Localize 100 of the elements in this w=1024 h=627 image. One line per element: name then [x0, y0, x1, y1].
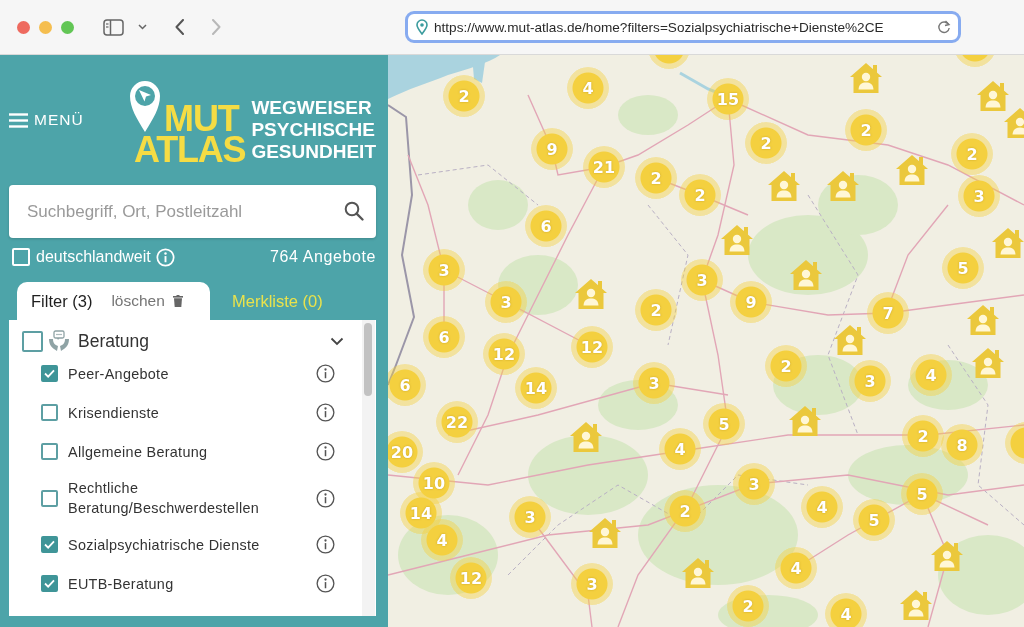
house-person-icon[interactable]: [895, 154, 929, 186]
checkbox[interactable]: [41, 536, 58, 553]
info-icon[interactable]: [316, 442, 335, 461]
cluster-marker[interactable]: 4: [567, 67, 609, 109]
cluster-marker[interactable]: 3: [958, 175, 1000, 217]
cluster-marker[interactable]: 14: [400, 492, 442, 534]
window-zoom-icon[interactable]: [61, 20, 74, 34]
checkbox[interactable]: [41, 575, 58, 592]
filter-option-label[interactable]: Rechtliche Beratung/Beschwerdestellen: [68, 478, 283, 518]
cluster-marker[interactable]: 2: [765, 345, 807, 387]
checkbox[interactable]: [41, 365, 58, 382]
house-person-icon[interactable]: [788, 405, 822, 437]
cluster-marker[interactable]: 12: [450, 557, 492, 599]
cluster-marker[interactable]: 8: [941, 424, 983, 466]
house-person-icon[interactable]: [899, 589, 933, 621]
house-person-icon[interactable]: [588, 517, 622, 549]
tab[interactable]: Filter (3) löschen: [17, 282, 210, 320]
cluster-marker[interactable]: 2: [727, 585, 769, 627]
house-person-icon[interactable]: [789, 259, 823, 291]
cluster-marker[interactable]: 3: [509, 496, 551, 538]
menu-button[interactable]: MENÜ: [9, 111, 84, 129]
scrollbar[interactable]: [362, 320, 375, 616]
cluster-marker[interactable]: 2: [635, 289, 677, 331]
cluster-marker[interactable]: 4: [421, 519, 463, 561]
house-person-icon[interactable]: [833, 324, 867, 356]
house-person-icon[interactable]: [720, 224, 754, 256]
chevron-down-icon[interactable]: [330, 336, 344, 346]
cluster-marker[interactable]: 2: [679, 174, 721, 216]
cluster-marker[interactable]: 12: [571, 326, 613, 368]
chevron-down-icon[interactable]: [138, 24, 147, 30]
cluster-marker[interactable]: 2: [845, 109, 887, 151]
cluster-marker[interactable]: 4: [775, 547, 817, 589]
cluster-marker[interactable]: 4: [825, 593, 867, 627]
filter-option-label[interactable]: Sozialpsychiatrische Dienste: [68, 534, 283, 555]
checkbox[interactable]: [22, 330, 43, 352]
clear-button[interactable]: löschen: [111, 292, 183, 310]
scrollbar-thumb[interactable]: [364, 323, 372, 396]
cluster-marker[interactable]: 20: [388, 431, 423, 473]
cluster-marker[interactable]: 6: [388, 364, 426, 406]
cluster-marker[interactable]: 9: [730, 281, 772, 323]
cluster-marker[interactable]: 2: [902, 415, 944, 457]
tab[interactable]: Merkliste (0): [218, 282, 337, 320]
cluster-marker[interactable]: 5: [942, 247, 984, 289]
house-person-icon[interactable]: [976, 80, 1010, 112]
category-label[interactable]: Beratung: [78, 330, 150, 352]
house-person-icon[interactable]: [971, 347, 1005, 379]
cluster-marker[interactable]: 5: [703, 403, 745, 445]
cluster-marker[interactable]: 3: [423, 249, 465, 291]
cluster-marker[interactable]: 9: [531, 128, 573, 170]
cluster-marker[interactable]: 15: [707, 78, 749, 120]
cluster-marker[interactable]: 6: [525, 205, 567, 247]
cluster-marker[interactable]: 14: [515, 367, 557, 409]
house-person-icon[interactable]: [574, 278, 608, 310]
filter-option-label[interactable]: Peer-Angebote: [68, 363, 283, 384]
info-icon[interactable]: [316, 574, 335, 593]
info-icon[interactable]: [316, 364, 335, 383]
filter-option-label[interactable]: Allgemeine Beratung: [68, 441, 283, 462]
cluster-marker[interactable]: 21: [583, 146, 625, 188]
cluster-marker[interactable]: 4: [801, 486, 843, 528]
window-close-icon[interactable]: [17, 20, 30, 34]
cluster-marker[interactable]: 3: [681, 259, 723, 301]
sidebar-toggle-icon[interactable]: [103, 18, 124, 36]
cluster-marker[interactable]: 2: [951, 133, 993, 175]
cluster-marker[interactable]: 3: [485, 281, 527, 323]
house-person-icon[interactable]: [930, 540, 964, 572]
house-person-icon[interactable]: [991, 227, 1024, 259]
cluster-marker[interactable]: 3: [733, 463, 775, 505]
checkbox[interactable]: [41, 489, 58, 507]
checkbox[interactable]: [41, 443, 58, 460]
cluster-marker[interactable]: 10: [413, 462, 455, 504]
cluster-marker[interactable]: 4: [910, 354, 952, 396]
checkbox-label[interactable]: deutschlandweit: [36, 248, 151, 266]
cluster-marker[interactable]: 2: [664, 490, 706, 532]
filter-option-label[interactable]: Krisendienste: [68, 402, 283, 423]
checkbox[interactable]: [41, 404, 58, 421]
house-person-icon[interactable]: [569, 421, 603, 453]
cluster-marker[interactable]: 6: [423, 316, 465, 358]
house-person-icon[interactable]: [767, 170, 801, 202]
cluster-marker[interactable]: 3: [571, 563, 613, 605]
cluster-marker[interactable]: 2: [443, 75, 485, 117]
window-minimize-icon[interactable]: [39, 20, 52, 34]
cluster-marker[interactable]: 3: [849, 360, 891, 402]
cluster-marker[interactable]: 12: [483, 333, 525, 375]
search-icon[interactable]: [344, 201, 364, 221]
house-person-icon[interactable]: [849, 62, 883, 94]
house-person-icon[interactable]: [681, 557, 715, 589]
cluster-marker[interactable]: 5: [901, 473, 943, 515]
cluster-marker[interactable]: 2: [635, 157, 677, 199]
info-icon[interactable]: [316, 403, 335, 422]
info-icon[interactable]: [316, 488, 335, 508]
search-field[interactable]: Suchbegriff, Ort, Postleitzahl: [9, 185, 376, 238]
cluster-marker[interactable]: 3: [633, 362, 675, 404]
cluster-marker[interactable]: 4: [659, 428, 701, 470]
cluster-marker[interactable]: 7: [867, 292, 909, 334]
house-person-icon[interactable]: [826, 170, 860, 202]
cluster-marker[interactable]: 2: [745, 122, 787, 164]
cluster-marker[interactable]: 22: [436, 401, 478, 443]
house-person-icon[interactable]: [966, 304, 1000, 336]
reload-icon[interactable]: [937, 20, 951, 34]
info-icon[interactable]: [316, 535, 335, 554]
